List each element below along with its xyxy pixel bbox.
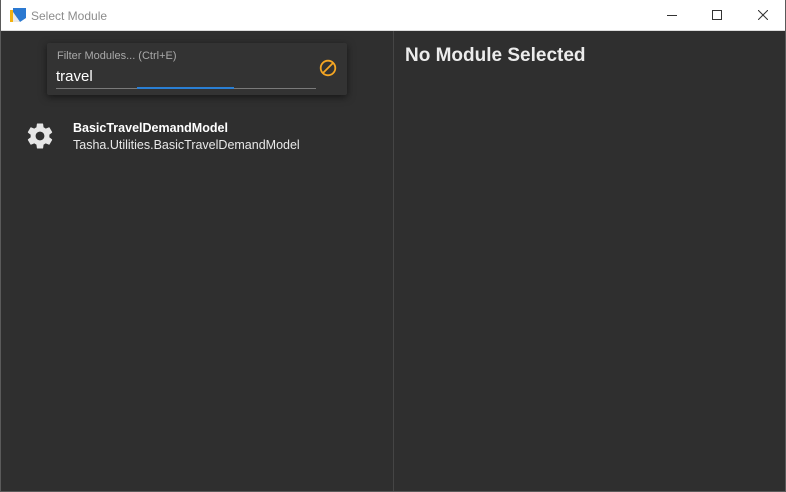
- close-icon: [758, 10, 768, 20]
- maximize-icon: [712, 10, 722, 20]
- gear-icon: [27, 123, 53, 149]
- list-item[interactable]: BasicTravelDemandModel Tasha.Utilities.B…: [1, 115, 393, 157]
- maximize-button[interactable]: [694, 0, 740, 30]
- window-title: Select Module: [31, 9, 108, 23]
- module-full-name: Tasha.Utilities.BasicTravelDemandModel: [73, 138, 300, 152]
- module-list-pane: Filter Modules... (Ctrl+E) BasicTravelDe…: [1, 31, 393, 491]
- module-name: BasicTravelDemandModel: [73, 121, 228, 135]
- clear-filter-button[interactable]: [318, 58, 338, 78]
- title-bar[interactable]: Select Module: [1, 0, 785, 31]
- filter-input[interactable]: [55, 65, 308, 87]
- close-button[interactable]: [740, 0, 785, 30]
- filter-hint: Filter Modules... (Ctrl+E): [57, 50, 177, 62]
- minimize-icon: [667, 15, 677, 16]
- xtmf-app-icon: [10, 8, 26, 22]
- detail-title: No Module Selected: [405, 45, 586, 66]
- minimize-button[interactable]: [649, 0, 695, 30]
- select-module-window: Select Module Filter Modules... (Ctrl+E): [0, 0, 786, 492]
- filter-box: Filter Modules... (Ctrl+E): [47, 43, 347, 95]
- module-detail-pane: No Module Selected: [394, 31, 785, 491]
- filter-focus-indicator: [137, 87, 234, 89]
- clear-filter-icon: [319, 59, 337, 77]
